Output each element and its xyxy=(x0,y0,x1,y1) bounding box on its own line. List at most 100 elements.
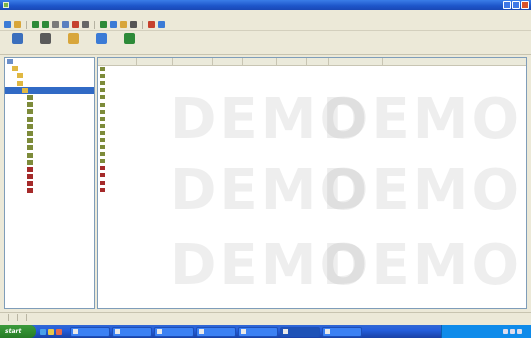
security-icon[interactable] xyxy=(517,329,522,334)
column-header[interactable] xyxy=(172,58,213,66)
delete-icon[interactable] xyxy=(72,21,79,28)
table-cell xyxy=(328,171,382,178)
home-button[interactable] xyxy=(6,33,28,53)
properties-icon[interactable] xyxy=(82,21,89,28)
forward-icon[interactable] xyxy=(42,21,49,28)
taskbar-button[interactable] xyxy=(154,326,194,337)
taskbar-button[interactable] xyxy=(196,326,236,337)
table-cell xyxy=(98,79,136,86)
tree-node[interactable] xyxy=(5,151,94,158)
home-icon xyxy=(11,33,23,44)
column-header[interactable] xyxy=(98,58,137,66)
table-row[interactable] xyxy=(98,79,526,86)
table-cell xyxy=(276,86,306,93)
navigation-tree[interactable] xyxy=(4,57,95,309)
table-row[interactable] xyxy=(98,136,526,143)
table-row[interactable] xyxy=(98,122,526,129)
taskbar-button[interactable] xyxy=(280,326,320,337)
table-cell xyxy=(242,86,276,93)
column-header[interactable] xyxy=(306,58,329,66)
quick-launch xyxy=(40,328,62,335)
table-cell xyxy=(98,143,136,150)
tree-node[interactable] xyxy=(5,130,94,137)
table-cell xyxy=(328,100,382,107)
title-bar[interactable] xyxy=(0,0,531,10)
taskbar-button[interactable] xyxy=(112,326,152,337)
alert-record-icon xyxy=(27,166,33,172)
tree-node[interactable] xyxy=(5,144,94,151)
network-icon[interactable] xyxy=(503,329,508,334)
find-icon[interactable] xyxy=(110,21,117,28)
export-icon[interactable] xyxy=(148,21,155,28)
folder-icon xyxy=(12,66,18,72)
column-header[interactable] xyxy=(328,58,383,66)
tree-node[interactable] xyxy=(5,173,94,180)
tree-node[interactable] xyxy=(5,116,94,123)
table-row[interactable] xyxy=(98,186,526,193)
table-row[interactable] xyxy=(98,171,526,178)
tree-node[interactable] xyxy=(5,72,94,79)
tree-node[interactable] xyxy=(5,159,94,166)
column-header[interactable] xyxy=(382,58,526,66)
record-icon xyxy=(27,152,33,158)
folder-icon xyxy=(22,87,28,93)
table-cell xyxy=(242,150,276,157)
column-header[interactable] xyxy=(276,58,307,66)
tree-node[interactable] xyxy=(5,101,94,108)
table-row[interactable] xyxy=(98,129,526,136)
open-icon[interactable] xyxy=(14,21,21,28)
volume-icon[interactable] xyxy=(510,329,515,334)
table-row[interactable] xyxy=(98,179,526,186)
new-icon[interactable] xyxy=(4,21,11,28)
tree-node[interactable] xyxy=(5,58,94,65)
table-row[interactable] xyxy=(98,150,526,157)
taskbar-button[interactable] xyxy=(70,326,110,337)
tree-node[interactable] xyxy=(5,187,94,194)
record-icon xyxy=(100,137,105,142)
media-icon[interactable] xyxy=(56,328,62,335)
table-row[interactable] xyxy=(98,65,526,72)
table-cell xyxy=(136,108,172,115)
table-row[interactable] xyxy=(98,164,526,171)
desktop-icon[interactable] xyxy=(48,328,54,335)
tree-node[interactable] xyxy=(5,94,94,101)
table-row[interactable] xyxy=(98,143,526,150)
table-row[interactable] xyxy=(98,108,526,115)
tree-node[interactable] xyxy=(5,123,94,130)
tools-button[interactable] xyxy=(34,33,56,53)
table-row[interactable] xyxy=(98,115,526,122)
tree-node[interactable] xyxy=(5,166,94,173)
filter-button[interactable] xyxy=(62,33,84,53)
minimize-icon[interactable] xyxy=(503,1,511,9)
taskbar-button[interactable] xyxy=(322,326,362,337)
help-icon[interactable] xyxy=(158,21,165,28)
stats-button[interactable] xyxy=(118,33,140,53)
tree-node[interactable] xyxy=(5,80,94,87)
column-header[interactable] xyxy=(212,58,243,66)
filter-icon[interactable] xyxy=(120,21,127,28)
browser-icon[interactable] xyxy=(40,328,46,335)
view-button[interactable] xyxy=(90,33,112,53)
start-button[interactable]: start xyxy=(0,325,36,338)
column-header[interactable] xyxy=(242,58,277,66)
print-icon[interactable] xyxy=(130,21,137,28)
table-row[interactable] xyxy=(98,72,526,79)
refresh-icon[interactable] xyxy=(100,21,107,28)
cut-icon[interactable] xyxy=(52,21,59,28)
table-row[interactable] xyxy=(98,157,526,164)
tree-node[interactable] xyxy=(5,65,94,72)
table-row[interactable] xyxy=(98,93,526,100)
tree-node[interactable] xyxy=(5,137,94,144)
tree-node[interactable] xyxy=(5,180,94,187)
records-list-panel[interactable] xyxy=(97,57,527,309)
table-row[interactable] xyxy=(98,100,526,107)
copy-icon[interactable] xyxy=(62,21,69,28)
back-icon[interactable] xyxy=(32,21,39,28)
tree-node[interactable] xyxy=(5,86,94,94)
column-header[interactable] xyxy=(136,58,173,66)
table-row[interactable] xyxy=(98,86,526,93)
tree-node[interactable] xyxy=(5,108,94,115)
close-icon[interactable] xyxy=(521,1,529,9)
maximize-icon[interactable] xyxy=(512,1,520,9)
taskbar-button[interactable] xyxy=(238,326,278,337)
